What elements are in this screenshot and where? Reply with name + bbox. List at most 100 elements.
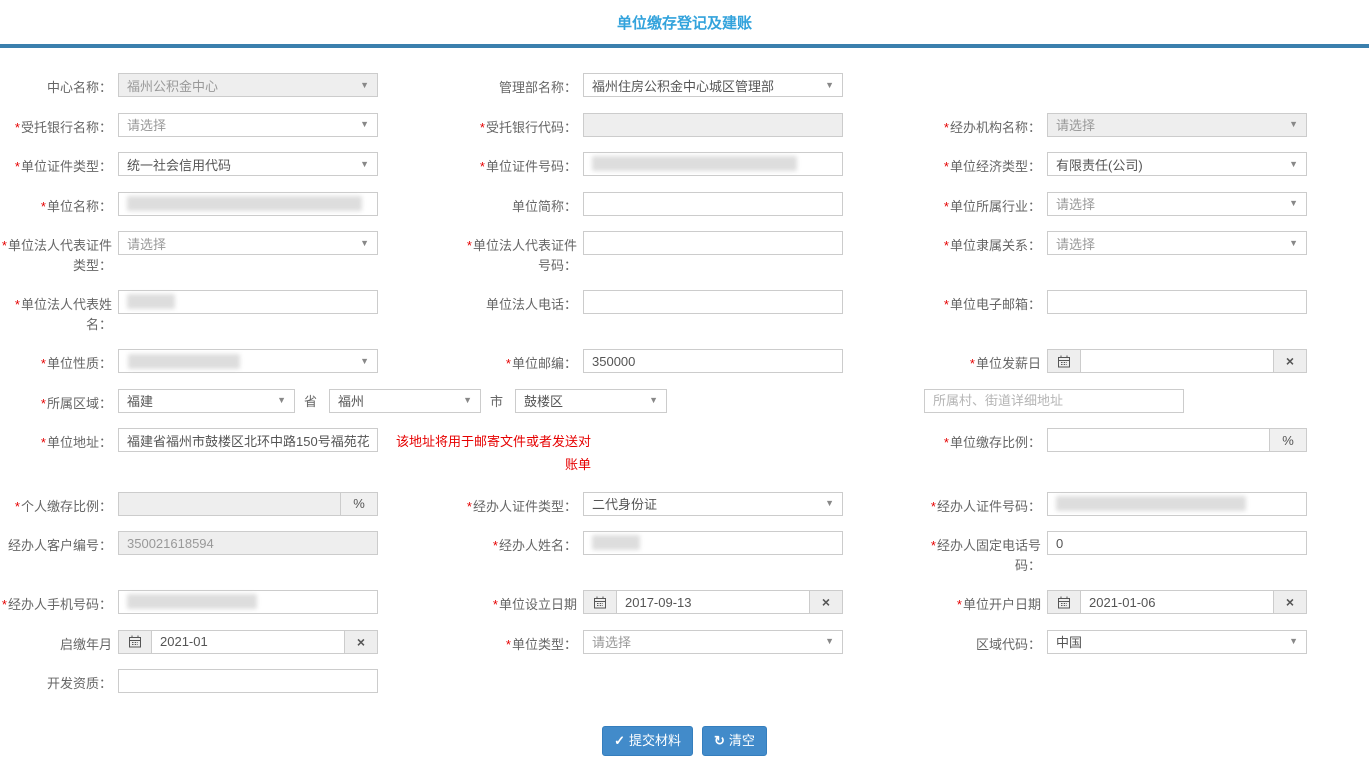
label-text: 受托银行名称： <box>21 120 112 135</box>
district-select[interactable]: 鼓楼区▼ <box>515 389 667 413</box>
label-text: 受托银行代码： <box>486 120 577 135</box>
required-asterisk: * <box>480 120 485 135</box>
bank-code-label: *受托银行代码： <box>456 113 583 138</box>
city-select[interactable]: 福州▼ <box>329 389 481 413</box>
chevron-down-icon: ▼ <box>1289 120 1298 129</box>
check-icon: ✓ <box>614 734 625 747</box>
unit-type-label: *单位类型： <box>456 630 583 655</box>
unit-nature-select[interactable]: ▼ <box>118 349 378 373</box>
required-asterisk: * <box>41 396 46 411</box>
unit-industry-select[interactable]: 请选择▼ <box>1047 192 1307 216</box>
agency-name-select[interactable]: 请选择▼ <box>1047 113 1307 137</box>
unit-industry-label: *单位所属行业： <box>912 192 1047 217</box>
required-asterisk: * <box>2 597 7 612</box>
dept-name-select[interactable]: 福州住房公积金中心城区管理部▼ <box>583 73 843 97</box>
label-text: 单位名称： <box>47 199 112 214</box>
required-asterisk: * <box>944 297 949 312</box>
unit-short-name-input[interactable] <box>583 192 843 216</box>
field-unit-ratio: *单位缴存比例： % <box>912 428 1369 477</box>
personal-ratio-input[interactable] <box>118 492 340 516</box>
bank-code-input[interactable] <box>583 113 843 137</box>
center-name-select[interactable]: 福州公积金中心▼ <box>118 73 378 97</box>
start-month-input[interactable] <box>152 631 344 653</box>
chevron-down-icon: ▼ <box>1289 199 1298 208</box>
unit-address-input[interactable] <box>118 428 378 452</box>
required-asterisk: * <box>493 538 498 553</box>
field-bank-name: *受托银行名称： 请选择▼ <box>0 113 456 138</box>
selected-value: 福建 <box>127 391 153 410</box>
region-label: *所属区域： <box>0 389 118 414</box>
field-unit-nature: *单位性质： ▼ <box>0 349 456 374</box>
required-asterisk: * <box>944 159 949 174</box>
label-text: 单位简称： <box>512 199 577 214</box>
open-date-input[interactable] <box>1081 591 1273 613</box>
bank-name-select[interactable]: 请选择▼ <box>118 113 378 137</box>
chevron-down-icon: ▼ <box>1289 160 1298 169</box>
unit-type-select[interactable]: 请选择▼ <box>583 630 843 654</box>
agent-customer-no-input[interactable] <box>118 531 378 555</box>
region-selects: 福建▼ 省 福州▼ 市 鼓楼区▼ <box>118 389 667 413</box>
unit-nature-label: *单位性质： <box>0 349 118 374</box>
redacted-value <box>592 156 797 171</box>
required-asterisk: * <box>41 435 46 450</box>
label-text: 单位经济类型： <box>950 159 1041 174</box>
agent-customer-no-label: 经办人客户编号： <box>0 531 118 556</box>
clear-icon[interactable]: × <box>1273 591 1306 613</box>
province-select[interactable]: 福建▼ <box>118 389 295 413</box>
clear-icon[interactable]: × <box>809 591 842 613</box>
legal-cert-no-input[interactable] <box>583 231 843 255</box>
unit-payday-input[interactable] <box>1081 350 1273 372</box>
unit-affiliation-select[interactable]: 请选择▼ <box>1047 231 1307 255</box>
calendar-icon[interactable] <box>119 631 152 653</box>
field-agent-tel: *经办人固定电话号码： <box>912 531 1369 575</box>
unit-postcode-input[interactable] <box>583 349 843 373</box>
empty-cell <box>912 669 1369 694</box>
redacted-value <box>127 294 175 309</box>
unit-email-input[interactable] <box>1047 290 1307 314</box>
field-legal-cert-type: *单位法人代表证件类型： 请选择▼ <box>0 231 456 275</box>
clear-icon[interactable]: × <box>344 631 377 653</box>
bank-name-label: *受托银行名称： <box>0 113 118 138</box>
agent-cert-no-wrap <box>1047 492 1307 516</box>
unit-econ-type-select[interactable]: 有限责任(公司)▼ <box>1047 152 1307 176</box>
field-unit-econ-type: *单位经济类型： 有限责任(公司)▼ <box>912 152 1369 177</box>
required-asterisk: * <box>506 356 511 371</box>
unit-payday-label: *单位发薪日 <box>912 349 1047 374</box>
required-asterisk: * <box>944 238 949 253</box>
agent-tel-input[interactable] <box>1047 531 1307 555</box>
chevron-down-icon: ▼ <box>825 499 834 508</box>
street-address-input[interactable] <box>924 389 1184 413</box>
setup-date-input[interactable] <box>617 591 809 613</box>
clear-button[interactable]: ↻清空 <box>702 726 767 756</box>
unit-cert-type-select[interactable]: 统一社会信用代码▼ <box>118 152 378 176</box>
label-text: 个人缴存比例： <box>21 499 112 514</box>
dev-qualification-input[interactable] <box>118 669 378 693</box>
field-agent-mobile: *经办人手机号码： <box>0 590 456 615</box>
calendar-icon[interactable] <box>584 591 617 613</box>
legal-phone-label: 单位法人电话： <box>456 290 583 315</box>
unit-ratio-input[interactable] <box>1047 428 1269 452</box>
agent-cert-type-select[interactable]: 二代身份证▼ <box>583 492 843 516</box>
calendar-icon[interactable] <box>1048 591 1081 613</box>
label-text: 单位电子邮箱： <box>950 297 1041 312</box>
field-legal-cert-no: *单位法人代表证件号码： <box>456 231 912 275</box>
region-code-select[interactable]: 中国▼ <box>1047 630 1307 654</box>
selected-value: 中国 <box>1056 632 1082 651</box>
field-agency-name: *经办机构名称： 请选择▼ <box>912 113 1369 138</box>
calendar-icon[interactable] <box>1048 350 1081 372</box>
field-agent-name: *经办人姓名： <box>456 531 912 575</box>
clear-icon[interactable]: × <box>1273 350 1306 372</box>
label-text: 单位所属行业： <box>950 199 1041 214</box>
agent-cert-no-label: *经办人证件号码： <box>912 492 1047 517</box>
selected-value: 福州住房公积金中心城区管理部 <box>592 76 774 95</box>
label-text: 单位证件类型： <box>21 159 112 174</box>
legal-cert-type-select[interactable]: 请选择▼ <box>118 231 378 255</box>
field-agent-customer-no: 经办人客户编号： <box>0 531 456 575</box>
required-asterisk: * <box>480 159 485 174</box>
required-asterisk: * <box>944 435 949 450</box>
setup-date-label: *单位设立日期 <box>456 590 583 615</box>
field-unit-short-name: 单位简称： <box>456 192 912 217</box>
submit-materials-button[interactable]: ✓提交材料 <box>602 726 693 756</box>
legal-cert-type-label: *单位法人代表证件类型： <box>0 231 118 275</box>
legal-phone-input[interactable] <box>583 290 843 314</box>
